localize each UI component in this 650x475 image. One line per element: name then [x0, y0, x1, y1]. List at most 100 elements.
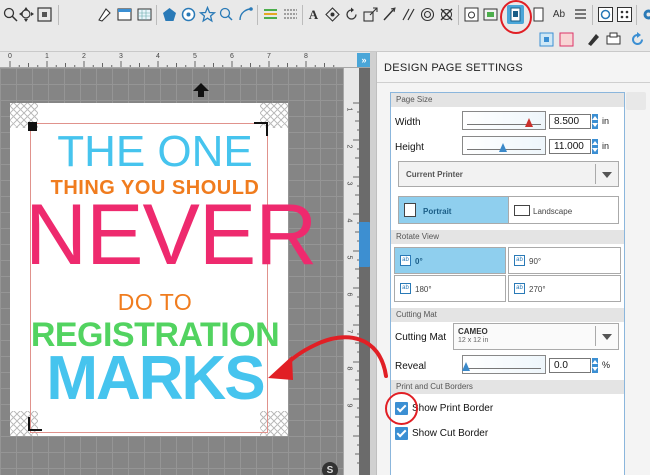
rotate-180-label: 180°	[415, 285, 432, 294]
vertical-ruler: 1 2 3 4 5 6 7 8 9	[343, 68, 359, 475]
select-icon[interactable]	[36, 6, 53, 23]
cutting-mat-dropdown[interactable]: CAMEO 12 x 12 in	[453, 323, 619, 350]
scrollbar-thumb[interactable]	[359, 222, 370, 267]
orientation-portrait-button[interactable]: Portrait	[398, 196, 509, 224]
height-spinner[interactable]	[592, 139, 598, 154]
poster-line-4[interactable]: DO TO	[25, 289, 285, 316]
expand-panel-button[interactable]: »	[357, 53, 370, 67]
registration-icon[interactable]	[597, 6, 614, 23]
print-cut-icon[interactable]	[605, 31, 622, 48]
reveal-spinner[interactable]	[592, 358, 598, 373]
fill-panel-icon[interactable]	[96, 6, 113, 23]
image-icon[interactable]	[438, 6, 455, 23]
registration-mark-corner	[28, 417, 42, 431]
polygon-icon[interactable]	[161, 6, 178, 23]
portrait-page-icon	[404, 203, 416, 217]
chevron-down-icon	[602, 172, 612, 178]
slider-thumb[interactable]	[525, 118, 533, 127]
section-header-page-size: Page Size	[391, 93, 624, 107]
rotate-180-button[interactable]: ab 180°	[394, 275, 506, 302]
rotate-90-label: 90°	[529, 257, 542, 266]
width-label: Width	[395, 117, 421, 128]
show-print-border-label[interactable]: Show Print Border	[412, 403, 493, 414]
star-icon[interactable]	[199, 6, 216, 23]
toolbar-divider	[156, 5, 157, 25]
feed-direction-arrow-icon	[193, 83, 209, 97]
scale-icon[interactable]	[362, 6, 379, 23]
width-input[interactable]: 8.500	[549, 114, 591, 129]
cutting-mat-size: 12 x 12 in	[458, 337, 489, 344]
color-fill-icon[interactable]	[482, 6, 499, 23]
transform-icon[interactable]	[324, 6, 341, 23]
show-cut-border-checkbox[interactable]	[395, 427, 408, 440]
library-icon[interactable]	[463, 6, 480, 23]
sketch-icon[interactable]	[585, 31, 602, 48]
panel-title-divider	[377, 82, 650, 83]
rotate-90-button[interactable]: ab 90°	[508, 247, 621, 274]
vertical-scrollbar[interactable]	[359, 68, 370, 475]
ruler-number: 6	[345, 292, 353, 297]
horizontal-ruler: 0 1 2 3 4 5 6 7 8	[0, 52, 370, 68]
ruler-number: 7	[345, 329, 353, 334]
rotate-0-button[interactable]: ab 0°	[394, 247, 506, 274]
design-page[interactable]: THE ONE THING YOU SHOULD NEVER DO TO REG…	[10, 103, 317, 436]
offset-icon[interactable]	[419, 6, 436, 23]
cut-settings-icon[interactable]	[538, 31, 555, 48]
rotate-icon[interactable]	[343, 6, 360, 23]
cutting-mat-label: Cutting Mat	[395, 332, 447, 343]
magnify-shape-icon[interactable]	[218, 6, 235, 23]
silhouette-logo-icon: S	[322, 462, 338, 475]
rotate-270-button[interactable]: ab 270°	[508, 275, 621, 302]
zoom-in-icon[interactable]	[2, 6, 19, 23]
poster-line-1[interactable]: THE ONE	[25, 127, 285, 177]
page-panel-icon[interactable]	[116, 6, 133, 23]
shape-icon[interactable]	[180, 6, 197, 23]
pixscan-icon[interactable]	[558, 31, 575, 48]
poster-line-6[interactable]: MARKS	[25, 343, 285, 414]
reveal-unit: %	[602, 360, 611, 370]
ruler-ticks	[9, 61, 335, 67]
fit-to-page-icon[interactable]	[18, 6, 35, 23]
knife-icon[interactable]	[381, 6, 398, 23]
slider-thumb[interactable]	[499, 143, 507, 152]
align-icon[interactable]	[262, 6, 279, 23]
show-cut-border-label[interactable]: Show Cut Border	[412, 428, 488, 439]
section-header-borders: Print and Cut Borders	[391, 380, 624, 394]
rotate-view-icon: ab	[514, 255, 525, 266]
height-input[interactable]: 11.000	[549, 139, 591, 154]
list-icon[interactable]	[572, 6, 589, 23]
height-slider[interactable]	[462, 136, 546, 155]
line-style-icon[interactable]	[282, 6, 299, 23]
refresh-icon[interactable]	[629, 31, 646, 48]
portrait-label: Portrait	[423, 207, 452, 216]
callout-circle-toolbar	[500, 0, 532, 34]
toolbar-row-bottom	[510, 29, 650, 51]
ruler-number: 8	[345, 366, 353, 371]
orientation-landscape-button[interactable]: Landscape	[508, 196, 619, 224]
toolbar-divider	[458, 5, 459, 25]
poster-line-3[interactable]: NEVER	[25, 192, 317, 278]
grid-panel-icon[interactable]	[136, 6, 153, 23]
rotate-view-icon: ab	[514, 283, 525, 294]
toolbar-row-top: A Ab	[0, 0, 650, 30]
rotate-view-icon: ab	[400, 283, 411, 294]
slider-thumb[interactable]	[462, 362, 470, 371]
ruler-number: 1	[345, 107, 353, 112]
design-canvas[interactable]: 0 1 2 3 4 5 6 7 8 1 2 3 4 5 6 7 8 9 THE …	[0, 52, 370, 475]
trace-icon[interactable]	[237, 6, 254, 23]
width-slider[interactable]	[462, 111, 546, 130]
reveal-slider[interactable]	[462, 355, 546, 374]
text-style-icon[interactable]: Ab	[548, 6, 570, 23]
printer-dropdown[interactable]: Current Printer	[398, 161, 619, 187]
send-icon[interactable]	[616, 6, 633, 23]
width-spinner[interactable]	[592, 114, 598, 129]
rotate-270-label: 270°	[529, 285, 546, 294]
toolbar-divider	[257, 5, 258, 25]
ruler-number: 2	[345, 144, 353, 149]
panel-side-strip	[626, 92, 646, 110]
page-setup-icon[interactable]	[530, 6, 547, 23]
eraser-icon[interactable]	[400, 6, 417, 23]
text-tool-icon[interactable]: A	[305, 6, 322, 23]
reveal-input[interactable]: 0.0	[549, 358, 591, 373]
settings-gear-icon[interactable]	[640, 6, 650, 23]
